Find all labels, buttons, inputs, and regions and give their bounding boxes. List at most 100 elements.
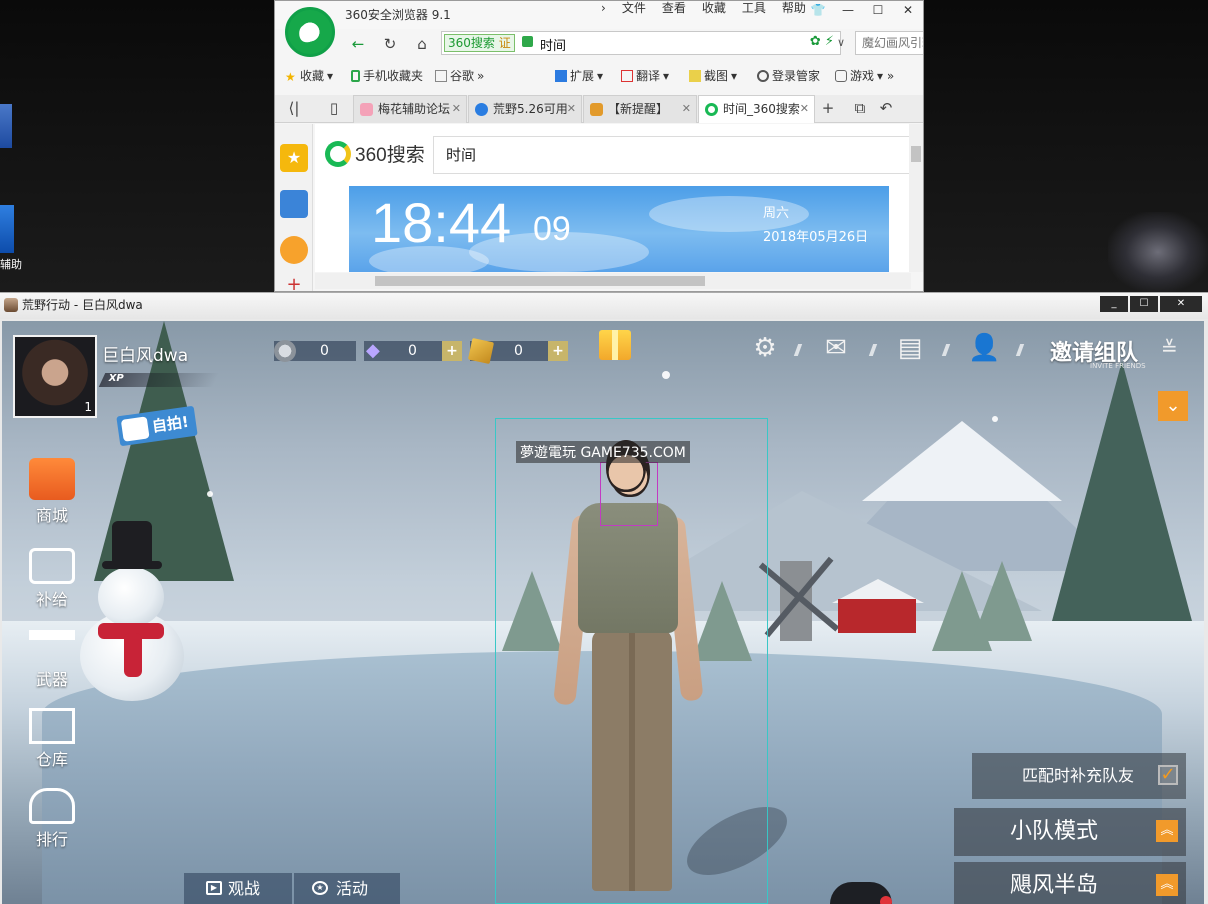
mail-icon[interactable]: ✉ — [821, 334, 851, 362]
expand-panel-icon[interactable]: ⌄ — [1158, 391, 1188, 421]
lock-icon — [522, 36, 533, 47]
news-icon[interactable] — [280, 190, 308, 218]
star-badge-icon: ★ — [312, 881, 328, 895]
vertical-scrollbar[interactable] — [909, 124, 923, 272]
tab-meihua[interactable]: 梅花辅助论坛 ✕ — [353, 95, 467, 123]
menu-item-view[interactable]: 查看 — [654, 1, 694, 15]
browser-logo-icon: e — [285, 7, 335, 57]
browser-window: e 360安全浏览器 9.1 › 文件 查看 收藏 工具 帮助 👕 — ☐ ✕ … — [274, 0, 924, 292]
tab-time-search[interactable]: 时间_360搜索 ✕ — [698, 95, 815, 123]
minimize-button[interactable]: — — [833, 1, 863, 19]
tab-spectate[interactable]: ▶ 观战 — [184, 873, 292, 904]
chevron-down-icon[interactable]: ≚ — [1161, 336, 1178, 360]
add-ticket-button[interactable]: + — [548, 341, 568, 361]
tab-list-icon[interactable]: ⧉ — [849, 97, 871, 119]
browser-titlebar: e 360安全浏览器 9.1 › 文件 查看 收藏 工具 帮助 👕 — ☐ ✕ — [275, 1, 923, 57]
close-button[interactable]: ✕ — [893, 1, 923, 19]
sidebar-toggle-icon[interactable]: ⟨| — [283, 97, 305, 119]
friends-icon[interactable]: 👤 — [968, 334, 1000, 362]
flower-icon — [360, 103, 373, 116]
side-menu-shop[interactable]: 商城 — [24, 458, 80, 526]
shop-bag-icon — [29, 458, 75, 500]
weibo-icon[interactable] — [280, 236, 308, 264]
menu-item-tools[interactable]: 工具 — [734, 1, 774, 15]
address-dropdown-icon[interactable]: ∨ — [829, 31, 853, 55]
auto-fill-teammates-toggle[interactable]: 匹配时补充队友 ✓ — [972, 753, 1186, 799]
menu-arrow-icon[interactable]: › — [593, 1, 614, 15]
tab-close-icon[interactable]: ✕ — [452, 96, 461, 122]
star-icon: ★ — [285, 69, 296, 84]
maximize-button[interactable]: ☐ — [863, 1, 893, 19]
watermark: 夢遊電玩 GAME735.COM — [516, 441, 690, 463]
teammate-slot-avatar[interactable] — [830, 882, 892, 904]
tab-close-icon[interactable]: ✕ — [682, 96, 691, 122]
chevron-up-icon: ︽ — [1156, 820, 1178, 842]
desktop-icon[interactable] — [0, 104, 12, 148]
browser-sidebar: ★ + — [275, 124, 313, 291]
address-input[interactable]: 360搜索 证 时间 ✿ ⚡ — [441, 31, 841, 55]
player-level: 1 — [84, 400, 92, 414]
diamond-icon: ◆ — [366, 340, 380, 361]
screenshot-icon — [689, 69, 701, 82]
add-diamond-button[interactable]: + — [442, 341, 462, 361]
menu-item-file[interactable]: 文件 — [614, 1, 654, 15]
bookmark-screenshot[interactable]: 截图 ▾ — [689, 67, 737, 84]
skin-button[interactable]: 👕 — [803, 1, 833, 19]
settings-gear-icon[interactable]: ⚙ — [750, 334, 780, 362]
tab-events[interactable]: ★ 活动 — [294, 873, 400, 904]
page-search-input[interactable]: 时间 — [433, 136, 913, 174]
key-icon — [757, 69, 769, 82]
search-360-logo[interactable]: 360搜索 — [325, 140, 425, 167]
red-house — [838, 599, 916, 633]
game-close-button[interactable]: ✕ — [1160, 296, 1202, 312]
desktop-icon[interactable] — [0, 205, 14, 253]
clipboard-icon[interactable]: ▤ — [895, 334, 925, 362]
diamond-balance: ◆ 0 + — [364, 340, 462, 361]
refresh-icon[interactable]: ↻ — [379, 33, 401, 55]
game-maximize-button[interactable]: ☐ — [1130, 296, 1158, 312]
menu-item-favorites[interactable]: 收藏 — [694, 1, 734, 15]
tab-close-icon[interactable]: ✕ — [800, 96, 809, 122]
search-input[interactable]: 魔幻画风引玩家 ⚲ — [855, 31, 923, 55]
bookmark-games[interactable]: 游戏 ▾ » — [835, 67, 894, 84]
tab-huangye[interactable]: 荒野5.26可用 ✕ — [468, 95, 582, 123]
bookmark-mobile[interactable]: 手机收藏夹 — [351, 67, 423, 84]
new-tab-icon[interactable]: + — [817, 97, 839, 119]
avatar[interactable]: 1 — [13, 335, 97, 418]
browser-window-controls: 👕 — ☐ ✕ — [803, 1, 923, 19]
back-arrow-icon[interactable]: ← — [347, 33, 369, 55]
mobile-view-icon[interactable]: ▯ — [323, 97, 345, 119]
tab-reminder[interactable]: 【新提醒】 ✕ — [583, 95, 697, 123]
bookmark-extensions[interactable]: 扩展 ▾ — [555, 67, 603, 84]
game-window-controls: _ ☐ ✕ — [1100, 296, 1202, 312]
bookmark-favorites[interactable]: ★ 收藏 ▾ — [285, 67, 333, 84]
gift-icon[interactable] — [599, 330, 631, 360]
supply-crate-icon — [29, 548, 75, 584]
side-menu-weapons[interactable]: 武器 — [24, 630, 80, 690]
undo-close-icon[interactable]: ↶ — [875, 97, 897, 119]
side-menu-ranking[interactable]: 排行 — [24, 788, 80, 850]
engine-tag: 360搜索 证 — [444, 34, 515, 52]
map-select-button[interactable]: 飓风半岛 ︽ — [954, 862, 1186, 904]
favorites-star-icon[interactable]: ★ — [280, 144, 308, 172]
add-icon[interactable]: + — [280, 274, 308, 291]
bookmark-login-manager[interactable]: 登录管家 — [757, 67, 820, 84]
side-menu-supply[interactable]: 补给 — [24, 548, 80, 610]
phone-icon — [351, 69, 360, 82]
game-app-icon — [4, 298, 18, 312]
bookmark-translate[interactable]: 翻译 ▾ — [621, 67, 669, 84]
side-menu-warehouse[interactable]: 仓库 — [24, 708, 80, 770]
squad-mode-button[interactable]: 小队模式 ︽ — [954, 808, 1186, 856]
search-360-ring-icon — [325, 140, 351, 167]
bookmark-google[interactable]: 谷歌 » — [435, 67, 484, 84]
home-icon[interactable]: ⌂ — [411, 33, 433, 55]
game-minimize-button[interactable]: _ — [1100, 296, 1128, 312]
invite-subtitle: INVITE FRIENDS — [1090, 362, 1146, 370]
checkbox[interactable]: ✓ — [1158, 765, 1178, 785]
coin-balance: 0 — [274, 340, 356, 362]
horizontal-scrollbar[interactable] — [315, 273, 911, 289]
notification-dot — [880, 896, 892, 904]
translate-icon — [621, 69, 633, 82]
browser-menu-bar: › 文件 查看 收藏 工具 帮助 — [593, 1, 814, 15]
tab-close-icon[interactable]: ✕ — [567, 96, 576, 122]
